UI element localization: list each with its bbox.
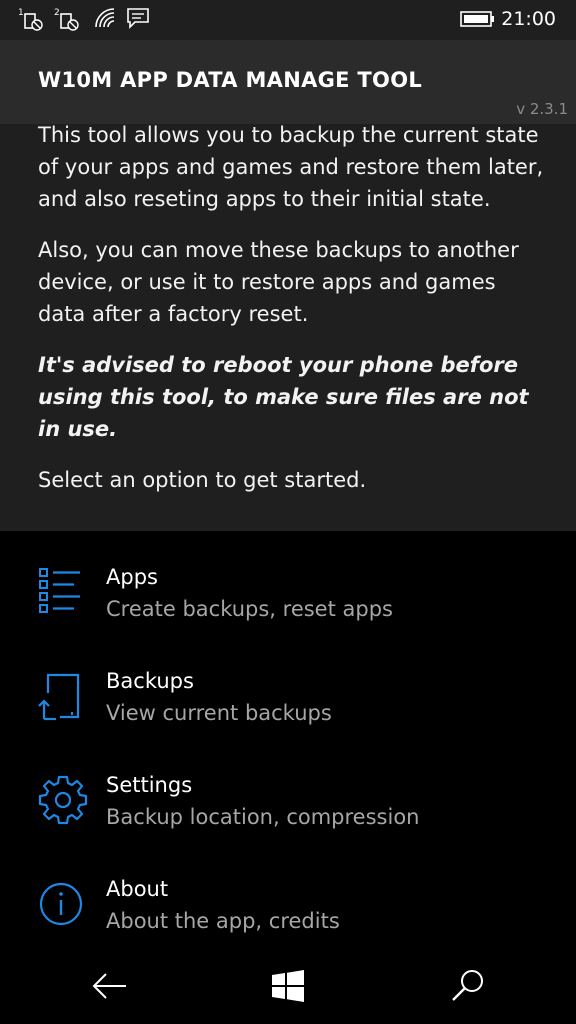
menu-item-title: Settings [106,773,193,797]
menu-item-subtitle: View current backups [106,701,332,725]
sim2-no-signal-icon: 2 [54,6,80,36]
menu-item-subtitle: Backup location, compression [106,805,420,829]
menu-item-subtitle: About the app, credits [106,909,340,933]
clock-time: 21:00 [501,8,556,30]
menu-item-settings[interactable]: Settings Backup location, compression [0,753,576,857]
backup-tablet-icon [38,671,88,721]
battery-icon [460,10,496,32]
sim1-no-signal-icon: 1 [18,6,44,36]
menu-item-title: Apps [106,565,158,589]
info-icon [38,879,88,929]
menu-item-about[interactable]: About About the app, credits [0,857,576,961]
version-label: v 2.3.1 [516,100,568,118]
description-text: This tool allows you to backup the curre… [38,119,548,515]
message-icon [126,6,150,34]
menu-item-apps[interactable]: Apps Create backups, reset apps [0,545,576,649]
reboot-warning: It's advised to reboot your phone before… [38,353,529,441]
title-bar: W10M APP DATA MANAGE TOOL v 2.3.1 [0,40,576,124]
back-arrow-icon[interactable] [90,966,130,1006]
windows-start-icon[interactable] [268,966,308,1006]
svg-text:1: 1 [18,8,24,18]
page-title: W10M APP DATA MANAGE TOOL [38,68,423,92]
main-menu: Apps Create backups, reset apps Backups … [0,545,576,961]
description-paragraph-2: Also, you can move these backups to anot… [38,238,519,326]
status-bar: 1 2 21:00 [0,0,576,40]
list-icon [38,567,88,617]
menu-item-title: Backups [106,669,194,693]
menu-item-subtitle: Create backups, reset apps [106,597,393,621]
navigation-bar [0,948,576,1024]
svg-text:2: 2 [54,8,60,18]
get-started-prompt: Select an option to get started. [38,468,367,492]
menu-item-backups[interactable]: Backups View current backups [0,649,576,753]
menu-item-title: About [106,877,169,901]
wifi-icon [93,6,117,34]
gear-icon [38,775,88,825]
description-paragraph-1: This tool allows you to backup the curre… [38,123,544,211]
search-icon[interactable] [448,966,488,1006]
